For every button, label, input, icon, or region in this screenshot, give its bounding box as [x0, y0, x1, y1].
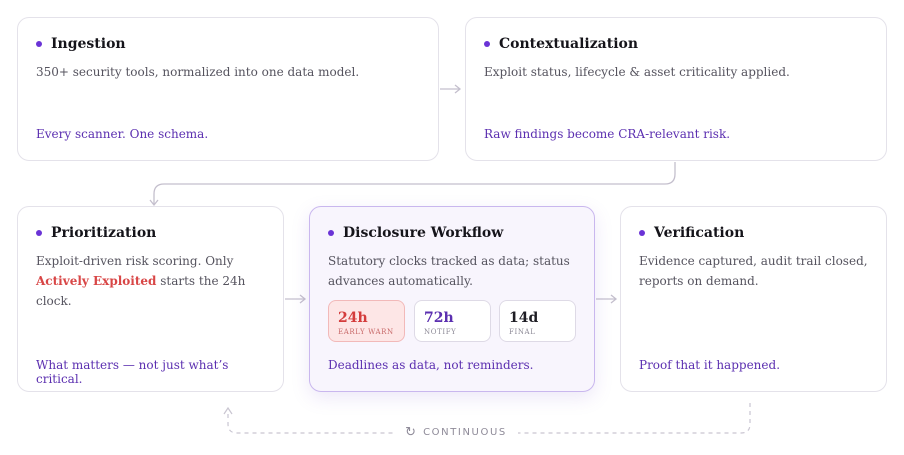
continuous-loop-label: ↻ CONTINUOUS — [394, 422, 518, 442]
clock-chip-final: 14d FINAL — [499, 300, 576, 342]
bullet-dot-icon — [36, 41, 42, 47]
stage-description: 350+ security tools, normalized into one… — [36, 65, 360, 79]
stage-card-ingestion: Ingestion 350+ security tools, normalize… — [17, 17, 439, 161]
stage-card-contextualization: Contextualization Exploit status, lifecy… — [465, 17, 887, 161]
stage-footer: Every scanner. One schema. — [36, 127, 209, 141]
clock-label: FINAL — [509, 328, 536, 336]
clock-label: NOTIFY — [424, 328, 457, 336]
stage-title: Ingestion — [36, 36, 126, 52]
stage-title: Contextualization — [484, 36, 638, 52]
stage-card-disclosure-workflow: Disclosure Workflow Statutory clocks tra… — [309, 206, 595, 392]
clock-chip-early-warn: 24h EARLY WARN — [328, 300, 405, 342]
stage-footer: Proof that it happened. — [639, 358, 781, 372]
stage-footer: Deadlines as data, not reminders. — [328, 358, 534, 372]
clock-chip-notify: 72h NOTIFY — [414, 300, 491, 342]
bullet-dot-icon — [328, 230, 334, 236]
stage-description: Evidence captured, audit trail closed, r… — [639, 254, 868, 288]
clock-label: EARLY WARN — [338, 328, 394, 336]
stage-title: Prioritization — [36, 225, 156, 241]
stage-card-prioritization: Prioritization Exploit-driven risk scori… — [17, 206, 284, 392]
stage-footer: What matters — not just what’s critical. — [36, 358, 229, 386]
stage-description: Exploit status, lifecycle & asset critic… — [484, 65, 790, 79]
stage-title: Verification — [639, 225, 744, 241]
clock-value: 24h — [338, 310, 368, 326]
refresh-icon: ↻ — [405, 424, 417, 440]
stage-title: Disclosure Workflow — [328, 225, 503, 241]
stage-description: Exploit-driven risk scoring. Only Active… — [36, 254, 246, 308]
loop-arrowhead — [223, 406, 233, 415]
clock-value: 14d — [509, 310, 539, 326]
bullet-dot-icon — [484, 41, 490, 47]
stage-card-verification: Verification Evidence captured, audit tr… — [620, 206, 887, 392]
arrow-context-to-prioritization — [153, 162, 676, 204]
stage-description: Statutory clocks tracked as data; status… — [328, 254, 570, 288]
bullet-dot-icon — [639, 230, 645, 236]
actively-exploited-highlight: Actively Exploited — [36, 274, 157, 288]
stage-footer: Raw findings become CRA-relevant risk. — [484, 127, 731, 141]
bullet-dot-icon — [36, 230, 42, 236]
clock-value: 72h — [424, 310, 454, 326]
